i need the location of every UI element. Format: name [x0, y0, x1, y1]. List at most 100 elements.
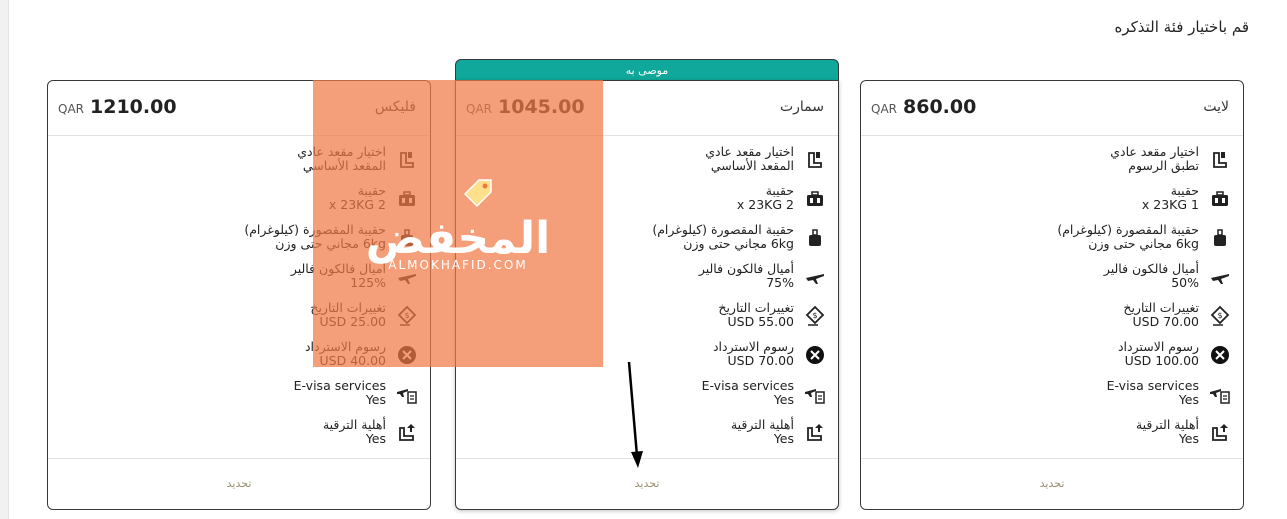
cancel-icon — [1209, 344, 1231, 366]
feature-value: USD 100.00 — [1124, 353, 1199, 368]
fare-name: فليكس — [374, 99, 416, 115]
date-change-icon: $ — [1209, 305, 1231, 327]
feature-text: حقيبة المقصورة (كيلوغرام) 6kg مجاني حتى و… — [1057, 223, 1199, 251]
cabin-bag-icon — [396, 227, 418, 249]
feature-row: أهلية الترقية Yes — [58, 418, 418, 457]
feature-label: أميال فالكون فالير — [290, 261, 386, 276]
feature-label: أهلية الترقية — [1135, 417, 1199, 432]
feature-row: حقيبة المقصورة (كيلوغرام) 6kg مجاني حتى و… — [871, 223, 1231, 262]
feature-row: أهلية الترقية Yes — [871, 418, 1231, 457]
plane-icon — [1209, 266, 1231, 288]
feature-value: 6kg مجاني حتى وزن — [1088, 236, 1199, 251]
fare-card-header: فليكس QAR 1210.00 — [48, 81, 430, 136]
feature-value: 1 x 23KG — [1141, 197, 1199, 212]
luggage-icon — [804, 188, 826, 210]
seat-icon — [1209, 149, 1231, 171]
feature-value: USD 25.00 — [319, 314, 386, 329]
feature-value: المقعد الأساسي — [710, 158, 794, 173]
feature-row: $ تغييرات التاريخ USD 55.00 — [466, 301, 826, 340]
feature-label: اختيار مقعد عادي — [705, 144, 794, 159]
annotation-arrow-icon — [627, 361, 643, 468]
feature-row: حقيبة المقصورة (كيلوغرام) 6kg مجاني حتى و… — [466, 223, 826, 262]
feature-row: اختيار مقعد عادي المقعد الأساسي — [58, 145, 418, 184]
fare-card-lite[interactable]: لايت QAR 860.00 اختيار مقعد عادي تطبق الرس… — [860, 80, 1244, 510]
feature-text: أهلية الترقية Yes — [323, 418, 386, 446]
feature-label: رسوم الاسترداد — [1117, 339, 1199, 354]
recommended-banner: موصى به — [455, 59, 839, 80]
feature-value: Yes — [1178, 392, 1199, 407]
plane-icon — [804, 266, 826, 288]
evisa-icon — [1209, 383, 1231, 405]
luggage-icon — [396, 188, 418, 210]
cancel-icon — [804, 344, 826, 366]
feature-label: تغييرات التاريخ — [310, 300, 386, 315]
select-button[interactable]: تحديد — [861, 458, 1243, 509]
feature-row: رسوم الاسترداد USD 100.00 — [871, 340, 1231, 379]
price-amount: 860.00 — [903, 96, 977, 118]
feature-value: تطبق الرسوم — [1128, 158, 1199, 173]
svg-text:$: $ — [812, 311, 817, 320]
feature-value: 75% — [766, 275, 794, 290]
feature-text: حقيبة 2 x 23KG — [329, 184, 386, 212]
seat-icon — [804, 149, 826, 171]
feature-value: المقعد الأساسي — [302, 158, 386, 173]
feature-value: 2 x 23KG — [736, 197, 794, 212]
feature-row: حقيبة 2 x 23KG — [58, 184, 418, 223]
feature-text: حقيبة 2 x 23KG — [737, 184, 794, 212]
upgrade-icon — [396, 422, 418, 444]
feature-row: اختيار مقعد عادي تطبق الرسوم — [871, 145, 1231, 184]
feature-value: Yes — [773, 431, 794, 446]
feature-row: أميال فالكون فالير 125% — [58, 262, 418, 301]
luggage-icon — [1209, 188, 1231, 210]
feature-label: E-visa services — [701, 378, 794, 393]
feature-text: أميال فالكون فالير 75% — [699, 262, 794, 290]
feature-label: E-visa services — [1106, 378, 1199, 393]
feature-label: أهلية الترقية — [322, 417, 386, 432]
date-change-icon: $ — [804, 305, 826, 327]
feature-value: Yes — [365, 392, 386, 407]
feature-row: حقيبة 2 x 23KG — [466, 184, 826, 223]
feature-label: رسوم الاسترداد — [304, 339, 386, 354]
upgrade-icon — [1209, 422, 1231, 444]
feature-text: أهلية الترقية Yes — [731, 418, 794, 446]
seat-icon — [396, 149, 418, 171]
feature-row: أميال فالكون فالير 50% — [871, 262, 1231, 301]
feature-value: 50% — [1171, 275, 1199, 290]
fare-name: لايت — [1203, 99, 1229, 115]
feature-text: حقيبة المقصورة (كيلوغرام) 6kg مجاني حتى و… — [244, 223, 386, 251]
feature-text: حقيبة المقصورة (كيلوغرام) 6kg مجاني حتى و… — [652, 223, 794, 251]
feature-label: حقيبة المقصورة (كيلوغرام) — [652, 222, 794, 237]
feature-row: حقيبة المقصورة (كيلوغرام) 6kg مجاني حتى و… — [58, 223, 418, 262]
feature-label: تغييرات التاريخ — [1123, 300, 1199, 315]
feature-value: Yes — [1178, 431, 1199, 446]
date-change-icon: $ — [396, 305, 418, 327]
feature-row: $ تغييرات التاريخ USD 70.00 — [871, 301, 1231, 340]
feature-text: E-visa services Yes — [294, 379, 386, 407]
feature-value: 6kg مجاني حتى وزن — [275, 236, 386, 251]
feature-value: 6kg مجاني حتى وزن — [683, 236, 794, 251]
feature-label: رسوم الاسترداد — [712, 339, 794, 354]
feature-text: أهلية الترقية Yes — [1136, 418, 1199, 446]
feature-value: USD 55.00 — [727, 314, 794, 329]
feature-list: اختيار مقعد عادي المقعد الأساسي حقيبة 2 x 2… — [58, 145, 418, 457]
fare-price: QAR 1045.00 — [466, 96, 585, 118]
fare-name: سمارت — [779, 99, 824, 115]
feature-text: رسوم الاسترداد USD 70.00 — [713, 340, 794, 368]
svg-text:$: $ — [1217, 311, 1222, 320]
feature-label: أهلية الترقية — [730, 417, 794, 432]
feature-value: 125% — [350, 275, 386, 290]
fare-card-flex[interactable]: فليكس QAR 1210.00 اختيار مقعد عادي المقعد … — [47, 80, 431, 510]
feature-list: اختيار مقعد عادي تطبق الرسوم حقيبة 1 x 23KG… — [871, 145, 1231, 457]
select-button[interactable]: تحديد — [48, 458, 430, 509]
price-currency: QAR — [871, 102, 897, 116]
cabin-bag-icon — [1209, 227, 1231, 249]
feature-text: حقيبة 1 x 23KG — [1142, 184, 1199, 212]
feature-label: حقيبة المقصورة (كيلوغرام) — [1057, 222, 1199, 237]
cancel-icon — [396, 344, 418, 366]
evisa-icon — [804, 383, 826, 405]
evisa-icon — [396, 383, 418, 405]
left-scroll-strip — [0, 0, 9, 519]
cabin-bag-icon — [804, 227, 826, 249]
feature-text: اختيار مقعد عادي المقعد الأساسي — [705, 145, 794, 173]
feature-text: تغييرات التاريخ USD 25.00 — [310, 301, 386, 329]
